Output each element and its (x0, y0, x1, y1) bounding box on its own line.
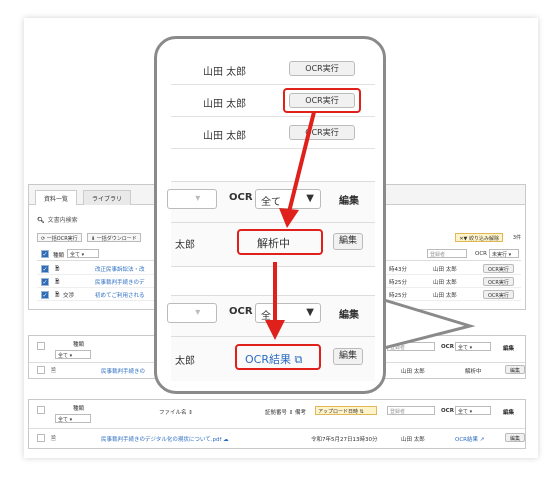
arrow-head-2 (265, 320, 285, 340)
arrow-line-1 (287, 111, 316, 213)
flow-arrows (265, 111, 316, 340)
arrow-head-1 (279, 208, 299, 228)
